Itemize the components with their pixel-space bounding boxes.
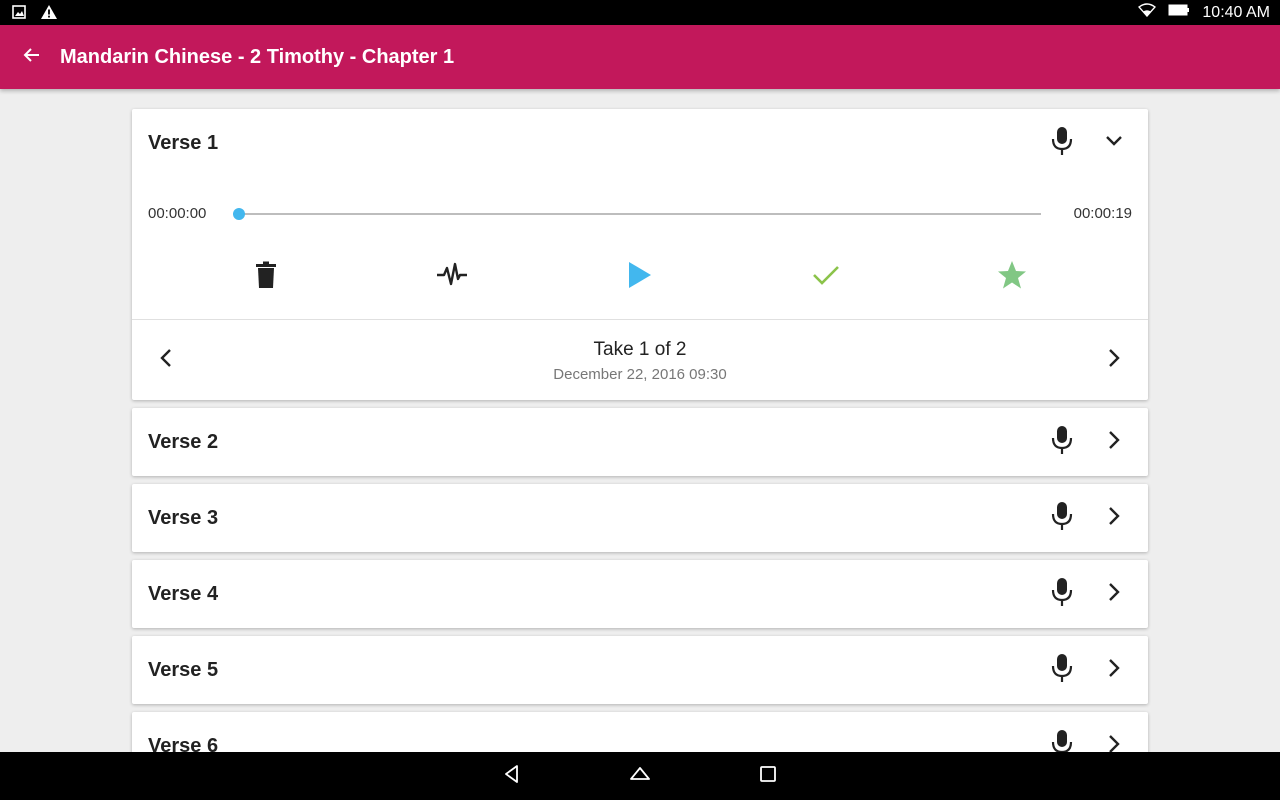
star-icon bbox=[997, 260, 1027, 295]
play-icon bbox=[628, 261, 652, 294]
verse-header-5[interactable]: Verse 5 bbox=[132, 636, 1148, 704]
waveform-button[interactable] bbox=[432, 257, 472, 297]
verse-label: Verse 2 bbox=[148, 430, 219, 453]
waveform-icon bbox=[436, 262, 468, 293]
chevron-right-icon bbox=[1107, 430, 1121, 455]
triangle-back-icon bbox=[502, 764, 522, 789]
verse-list: Verse 1 00:00:00 00:00:19 Take 1 of 2 De… bbox=[0, 89, 1280, 752]
microphone-icon bbox=[1050, 501, 1074, 536]
expand-button[interactable] bbox=[1094, 726, 1134, 752]
seek-thumb[interactable] bbox=[233, 208, 245, 220]
home-icon bbox=[629, 764, 651, 789]
image-notification-icon bbox=[12, 5, 26, 24]
record-button[interactable] bbox=[1042, 498, 1082, 538]
chevron-down-icon bbox=[1104, 134, 1124, 153]
square-recents-icon bbox=[759, 765, 777, 788]
verse-label: Verse 3 bbox=[148, 506, 219, 529]
verse-card-2: Verse 2 bbox=[132, 408, 1148, 476]
system-navigation-bar bbox=[0, 752, 1280, 800]
record-button[interactable] bbox=[1042, 650, 1082, 690]
expand-button[interactable] bbox=[1094, 650, 1134, 690]
verse-header-6[interactable]: Verse 6 bbox=[132, 712, 1148, 752]
star-button[interactable] bbox=[992, 257, 1032, 297]
record-button[interactable] bbox=[1042, 123, 1082, 163]
nav-recents-button[interactable] bbox=[752, 760, 784, 792]
warning-icon bbox=[40, 4, 58, 25]
take-controls bbox=[132, 247, 1148, 319]
nav-back-button[interactable] bbox=[496, 760, 528, 792]
record-button[interactable] bbox=[1042, 422, 1082, 462]
take-title: Take 1 of 2 bbox=[593, 339, 687, 360]
verse-card-1: Verse 1 00:00:00 00:00:19 Take 1 of 2 De… bbox=[132, 109, 1148, 400]
microphone-icon bbox=[1050, 425, 1074, 460]
chevron-right-icon bbox=[1107, 506, 1121, 531]
verse-header-2[interactable]: Verse 2 bbox=[132, 408, 1148, 476]
wifi-icon bbox=[1138, 3, 1157, 22]
microphone-icon bbox=[1050, 577, 1074, 612]
status-time: 10:40 AM bbox=[1202, 3, 1270, 21]
seek-bar[interactable] bbox=[239, 213, 1041, 215]
verse-header-4[interactable]: Verse 4 bbox=[132, 560, 1148, 628]
chevron-right-icon bbox=[1107, 734, 1121, 752]
microphone-icon bbox=[1050, 126, 1074, 161]
take-date: December 22, 2016 09:30 bbox=[553, 366, 727, 383]
play-button[interactable] bbox=[620, 257, 660, 297]
verse-header-1[interactable]: Verse 1 bbox=[132, 109, 1148, 177]
time-elapsed: 00:00:00 bbox=[148, 205, 207, 222]
arrow-back-icon bbox=[23, 46, 41, 69]
collapse-button[interactable] bbox=[1094, 123, 1134, 163]
verse-header-3[interactable]: Verse 3 bbox=[132, 484, 1148, 552]
verse-card-4: Verse 4 bbox=[132, 560, 1148, 628]
chevron-right-icon bbox=[1107, 582, 1121, 607]
expand-button[interactable] bbox=[1094, 498, 1134, 538]
expand-button[interactable] bbox=[1094, 574, 1134, 614]
approve-button[interactable] bbox=[806, 257, 846, 297]
delete-button[interactable] bbox=[246, 257, 286, 297]
audio-player: 00:00:00 00:00:19 bbox=[132, 177, 1148, 247]
verse-label: Verse 4 bbox=[148, 582, 219, 605]
expand-button[interactable] bbox=[1094, 422, 1134, 462]
verse-label: Verse 6 bbox=[148, 734, 219, 753]
page-title: Mandarin Chinese - 2 Timothy - Chapter 1 bbox=[60, 45, 455, 68]
verse-card-5: Verse 5 bbox=[132, 636, 1148, 704]
trash-icon bbox=[255, 261, 277, 294]
verse-card-3: Verse 3 bbox=[132, 484, 1148, 552]
next-take-button[interactable] bbox=[1094, 340, 1134, 380]
microphone-icon bbox=[1050, 653, 1074, 688]
record-button[interactable] bbox=[1042, 574, 1082, 614]
app-bar: Mandarin Chinese - 2 Timothy - Chapter 1 bbox=[0, 25, 1280, 89]
nav-home-button[interactable] bbox=[624, 760, 656, 792]
verse-label: Verse 5 bbox=[148, 658, 219, 681]
microphone-icon bbox=[1050, 729, 1074, 752]
battery-icon bbox=[1168, 3, 1190, 22]
check-icon bbox=[812, 264, 840, 291]
status-bar: 10:40 AM bbox=[0, 0, 1280, 25]
time-total: 00:00:19 bbox=[1073, 205, 1132, 222]
chevron-right-icon bbox=[1107, 658, 1121, 683]
record-button[interactable] bbox=[1042, 726, 1082, 752]
chevron-right-icon bbox=[1107, 348, 1121, 373]
back-button[interactable] bbox=[0, 25, 64, 89]
verse-label: Verse 1 bbox=[148, 131, 219, 154]
verse-card-6: Verse 6 bbox=[132, 712, 1148, 752]
take-navigator: Take 1 of 2 December 22, 2016 09:30 bbox=[132, 319, 1148, 399]
